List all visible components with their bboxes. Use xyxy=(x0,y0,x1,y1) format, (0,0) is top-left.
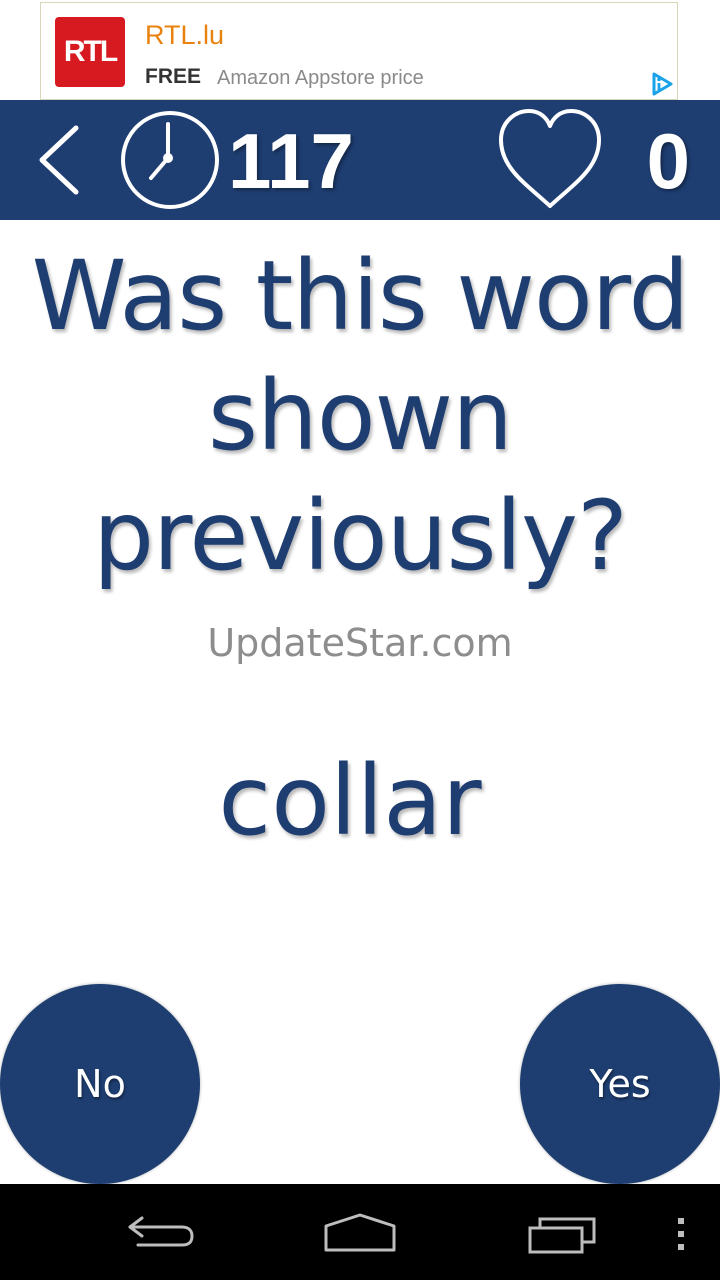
watermark: UpdateStar.com xyxy=(207,621,513,665)
overflow-menu-icon[interactable] xyxy=(674,1216,688,1252)
ad-title[interactable]: RTL.lu xyxy=(145,19,224,51)
system-nav-bar xyxy=(0,1184,720,1280)
current-word: collar xyxy=(218,745,482,857)
timer-value: 117 xyxy=(228,117,354,205)
back-icon[interactable] xyxy=(124,1214,196,1250)
screen: RTL RTL.lu FREE Amazon Appstore price 11… xyxy=(0,0,720,1280)
recent-apps-icon[interactable] xyxy=(526,1214,598,1256)
clock-icon xyxy=(121,111,219,209)
question-text: Was this word shown previously? xyxy=(0,236,720,596)
heart-icon xyxy=(499,109,601,208)
chevron-left-icon[interactable] xyxy=(32,122,88,198)
no-button[interactable]: No xyxy=(0,984,200,1184)
ad-description: Amazon Appstore price xyxy=(217,67,424,89)
adchoices-icon[interactable] xyxy=(649,71,675,97)
question-line: Was this word xyxy=(31,240,690,352)
yes-button[interactable]: Yes xyxy=(520,984,720,1184)
question-line: previously? xyxy=(93,480,628,592)
ad-free-label: FREE xyxy=(145,65,202,88)
ad-banner[interactable]: RTL RTL.lu FREE Amazon Appstore price xyxy=(40,2,678,100)
top-bar: 117 0 xyxy=(0,100,720,220)
home-icon[interactable] xyxy=(322,1212,398,1254)
rtl-logo: RTL xyxy=(55,17,125,87)
yes-button-label: Yes xyxy=(589,1062,651,1106)
rtl-logo-text: RTL xyxy=(63,35,118,68)
no-button-label: No xyxy=(74,1062,126,1106)
question-line: shown xyxy=(208,360,513,472)
score-value: 0 xyxy=(646,117,690,205)
